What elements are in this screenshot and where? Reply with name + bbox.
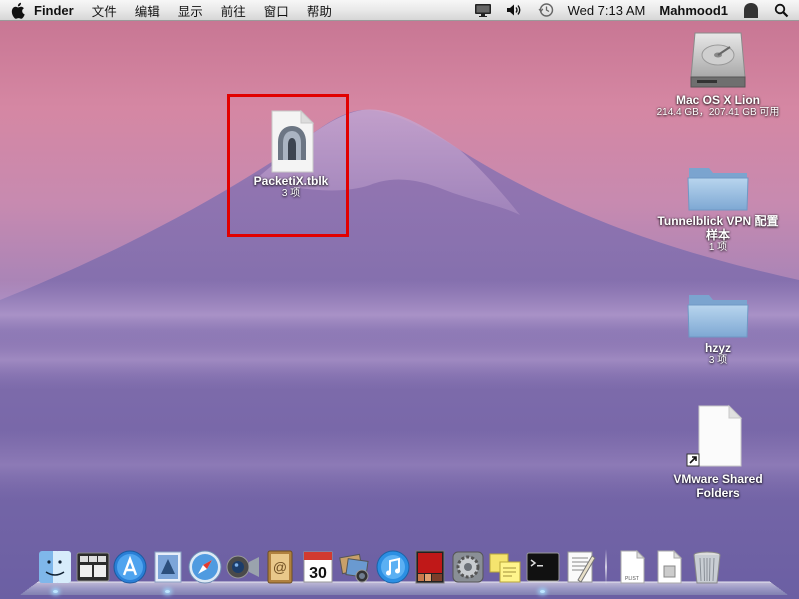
desktop[interactable]: Finder 文件 编辑 显示 前往 窗口 帮助 Wed 7:13 AM Mah… (0, 0, 799, 599)
display-icon[interactable] (474, 3, 492, 17)
desktop-item-vmware-shared-folders[interactable]: VMware Shared Folders (648, 404, 788, 500)
desktop-item-hzyz-folder[interactable]: hzyz 3 项 (648, 287, 788, 367)
dock-finder[interactable] (38, 549, 72, 593)
dock-textedit[interactable] (563, 549, 597, 585)
plist-label: PLIST (625, 576, 639, 582)
dock-plist-document[interactable]: PLIST (615, 549, 649, 585)
menu-file[interactable]: 文件 (92, 1, 117, 20)
trash-icon (693, 551, 720, 584)
dock-app-store[interactable] (113, 549, 147, 585)
menu-go[interactable]: 前往 (221, 1, 246, 20)
dock-system-preferences[interactable] (451, 549, 485, 585)
time-machine-icon[interactable] (538, 2, 554, 18)
dock-installer-document[interactable] (652, 549, 686, 585)
menu-edit[interactable]: 编辑 (135, 1, 160, 20)
item-label: Mac OS X Lion (675, 93, 760, 107)
dock-photo-booth[interactable] (338, 549, 372, 585)
folder-icon (687, 295, 749, 338)
dock-terminal[interactable] (526, 549, 560, 593)
item-capacity: 214.4 GB，207.41 GB 可用 (656, 107, 780, 118)
item-count: 3 项 (708, 355, 728, 366)
address-book-icon: @ (267, 550, 293, 584)
item-label-line2: Folders (696, 486, 740, 500)
item-label: hzyz (704, 341, 731, 355)
desktop-item-tunnelblick-folder[interactable]: Tunnelblick VPN 配置 样本 1 项 (648, 160, 788, 254)
user-silhouette-icon[interactable] (742, 2, 760, 18)
desktop-item-hard-disk[interactable]: Mac OS X Lion 214.4 GB，207.41 GB 可用 (648, 27, 788, 119)
menu-view[interactable]: 显示 (178, 1, 203, 20)
mission-control-icon (76, 552, 109, 582)
facetime-icon (226, 555, 259, 579)
dock-safari[interactable] (188, 549, 222, 585)
item-label: Tunnelblick VPN 配置 (657, 214, 779, 228)
textedit-icon (567, 551, 596, 583)
menu-bar: Finder 文件 编辑 显示 前往 窗口 帮助 Wed 7:13 AM Mah… (0, 0, 799, 21)
dock-address-book[interactable]: @ (263, 549, 297, 585)
folder-icon (687, 168, 749, 211)
app-menu-finder[interactable]: Finder (34, 3, 74, 18)
menu-window[interactable]: 窗口 (264, 1, 289, 20)
item-count: 1 项 (708, 242, 728, 253)
hard-drive-icon (690, 32, 746, 88)
svg-text:@: @ (273, 559, 287, 575)
running-indicator (52, 590, 58, 593)
plist-document-icon: PLIST (620, 550, 645, 584)
mail-icon (154, 551, 181, 583)
alias-document-icon (686, 404, 743, 467)
system-preferences-icon (452, 551, 483, 583)
stickies-icon (489, 553, 521, 583)
item-label-line2: 样本 (705, 228, 730, 242)
dock-itunes[interactable] (376, 549, 410, 585)
menubar-clock[interactable]: Wed 7:13 AM (568, 3, 646, 18)
item-label: VMware Shared (673, 472, 763, 486)
dock-stickies[interactable] (488, 549, 522, 585)
document-icon (657, 550, 683, 584)
dock-mail[interactable] (151, 549, 185, 593)
dock-trash[interactable] (690, 549, 724, 585)
finder-icon (39, 551, 71, 583)
dock: @ 30 PLIST (38, 545, 727, 593)
running-indicator (165, 590, 170, 593)
spotlight-search-icon[interactable] (774, 3, 789, 18)
app-store-icon (113, 550, 147, 584)
dock-ical[interactable]: 30 (301, 549, 335, 585)
apple-menu[interactable] (0, 2, 34, 19)
itunes-icon (376, 550, 409, 584)
dock-photo-app[interactable] (413, 549, 447, 585)
photo-booth-icon (339, 553, 369, 583)
highlight-box (227, 94, 349, 237)
safari-icon (188, 550, 222, 584)
menu-help[interactable]: 帮助 (307, 1, 332, 20)
fast-user-switch[interactable]: Mahmood1 (659, 3, 728, 18)
ical-day: 30 (309, 565, 327, 582)
photo-icon (415, 550, 445, 584)
dock-mission-control[interactable] (76, 549, 110, 585)
dock-separator (604, 549, 607, 585)
running-indicator (540, 590, 545, 593)
apple-icon (11, 2, 25, 19)
terminal-icon (526, 552, 559, 582)
volume-icon[interactable] (506, 3, 524, 17)
ical-icon: 30 (303, 551, 332, 583)
dock-facetime[interactable] (226, 549, 260, 585)
